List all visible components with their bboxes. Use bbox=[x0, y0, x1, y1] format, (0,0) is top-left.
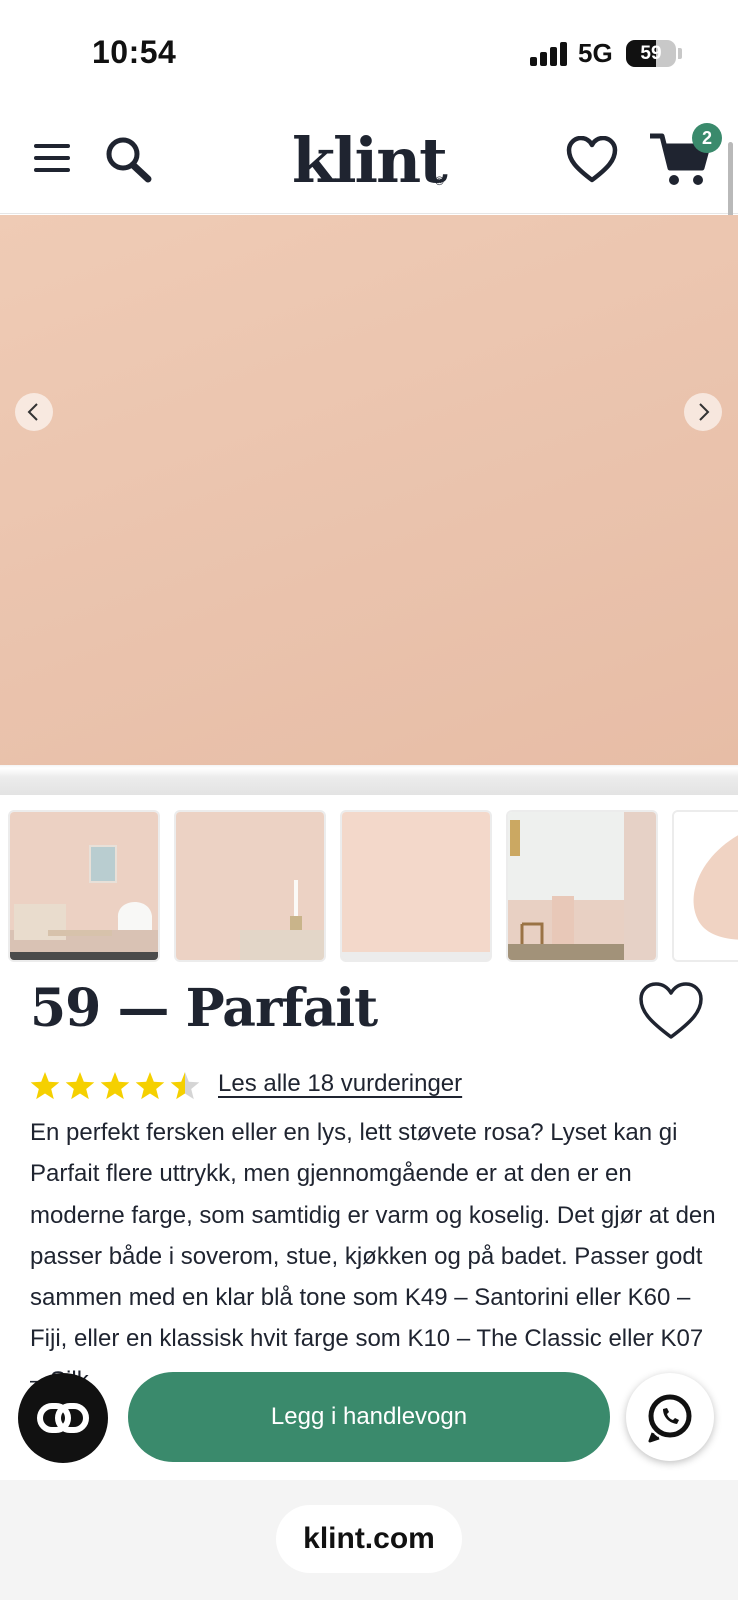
site-logo[interactable]: klint bbox=[292, 124, 448, 197]
rating-star bbox=[135, 1072, 165, 1100]
rating-star bbox=[65, 1072, 95, 1100]
all-reviews-link[interactable]: Les alle 18 vurderinger bbox=[218, 1070, 462, 1098]
add-to-cart-button[interactable]: Legg i handlevogn bbox=[128, 1372, 610, 1462]
cart-count-badge: 2 bbox=[692, 123, 722, 153]
rating-star bbox=[170, 1072, 200, 1100]
site-header: klint ® 2 bbox=[0, 100, 738, 214]
whatsapp-button[interactable] bbox=[626, 1373, 714, 1461]
search-icon[interactable] bbox=[102, 134, 154, 186]
thumbnail-strip bbox=[0, 810, 738, 965]
thumbnail-candle[interactable] bbox=[174, 810, 326, 962]
link-icon bbox=[37, 1403, 89, 1433]
network-label: 5G bbox=[578, 38, 613, 68]
product-hero-image bbox=[0, 215, 738, 765]
product-title: 59 — Parfait bbox=[30, 978, 378, 1039]
thumbnail-paint-blob[interactable] bbox=[672, 810, 738, 962]
thumbnail-color-swatch[interactable] bbox=[340, 810, 492, 962]
battery-icon: 59 bbox=[626, 40, 676, 67]
add-to-wishlist-heart-icon[interactable] bbox=[638, 982, 704, 1042]
rating-stars bbox=[30, 1072, 200, 1100]
hero-floor-strip bbox=[0, 765, 738, 795]
battery-percent: 59 bbox=[640, 43, 662, 64]
browser-url[interactable]: klint.com bbox=[276, 1505, 462, 1573]
carousel-next-button[interactable] bbox=[684, 393, 722, 431]
status-bar: 10:54 5G 59 bbox=[0, 0, 738, 100]
thumbnail-living-room[interactable] bbox=[8, 810, 160, 962]
whatsapp-icon bbox=[648, 1394, 692, 1443]
logo-registered-mark: ® bbox=[435, 174, 444, 188]
menu-button[interactable] bbox=[30, 140, 74, 176]
chevron-right-icon bbox=[699, 403, 710, 421]
links-button[interactable] bbox=[18, 1373, 108, 1463]
thumbnail-hallway[interactable] bbox=[506, 810, 658, 962]
battery-tip bbox=[678, 48, 682, 59]
chevron-left-icon bbox=[27, 403, 38, 421]
rating-star bbox=[30, 1072, 60, 1100]
signal-icon bbox=[530, 42, 568, 66]
carousel-prev-button[interactable] bbox=[15, 393, 53, 431]
rating-star bbox=[100, 1072, 130, 1100]
wishlist-heart-icon[interactable] bbox=[566, 135, 618, 184]
product-description: En perfekt fersken eller en lys, lett st… bbox=[30, 1119, 716, 1394]
status-time: 10:54 bbox=[92, 34, 177, 70]
